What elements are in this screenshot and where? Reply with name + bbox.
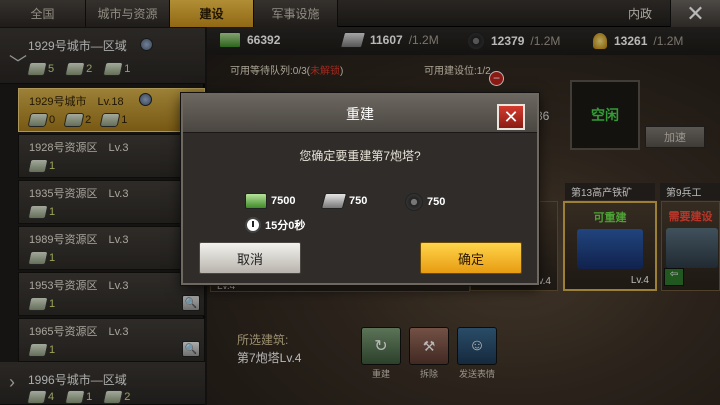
dialog-header: 重建 bbox=[183, 95, 537, 133]
money-icon bbox=[245, 193, 267, 209]
cost-money: 7500 bbox=[245, 193, 295, 209]
dialog-close-button[interactable]: ✕ bbox=[497, 104, 525, 130]
build-time: 15分0秒 bbox=[245, 217, 305, 233]
dialog-title: 重建 bbox=[346, 105, 374, 122]
cost-steel: 750 bbox=[320, 193, 367, 209]
tire-icon bbox=[405, 193, 423, 211]
clock-icon bbox=[245, 217, 261, 233]
cancel-button[interactable]: 取消 bbox=[199, 242, 301, 274]
dialog-message: 您确定要重建第7炮塔? bbox=[299, 149, 421, 163]
steel-icon bbox=[320, 193, 348, 209]
close-icon: ✕ bbox=[503, 106, 519, 127]
rebuild-dialog: 重建 ✕ 您确定要重建第7炮塔? 7500 750 750 15分0秒 取消 确… bbox=[181, 93, 539, 285]
cost-rubber: 750 bbox=[405, 193, 445, 211]
confirm-button[interactable]: 确定 bbox=[420, 242, 522, 274]
